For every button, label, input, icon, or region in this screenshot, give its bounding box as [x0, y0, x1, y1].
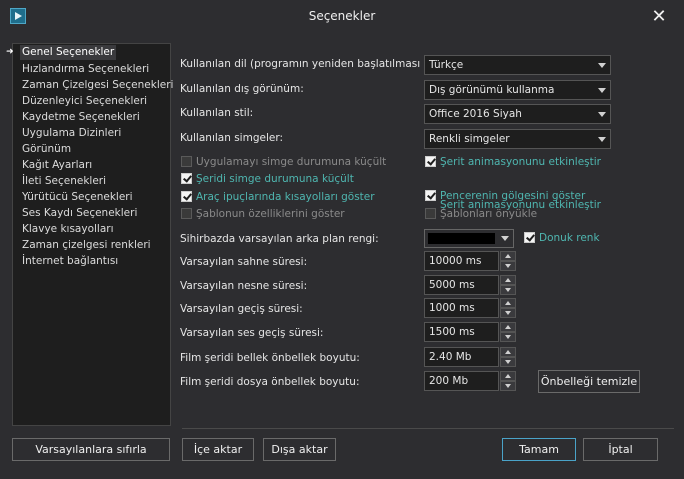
- increment-icon[interactable]: [500, 322, 516, 332]
- checkbox-label: Şeridi simge durumuna küçült: [196, 173, 354, 185]
- checkbox-box: [181, 208, 192, 219]
- film-file-cache-label: Film şeridi dosya önbellek boyutu:: [180, 376, 360, 388]
- ribbon-animation-checkbox[interactable]: Şerit animasyonunu etkinleştir: [425, 155, 601, 169]
- checkbox-label: Şablonun özelliklerini göster: [196, 208, 345, 220]
- chevron-down-icon: [598, 63, 606, 68]
- decrement-icon[interactable]: [500, 357, 516, 367]
- sidebar-item-shortcuts[interactable]: Klavye kısayolları: [22, 222, 114, 237]
- footer-divider: [182, 428, 674, 429]
- object-duration-stepper[interactable]: 5000 ms: [424, 275, 516, 295]
- increment-icon[interactable]: [500, 275, 516, 285]
- icons-label: Kullanılan simgeler:: [180, 132, 283, 144]
- object-duration-input[interactable]: 5000 ms: [424, 275, 499, 295]
- transition-duration-stepper[interactable]: 1000 ms: [424, 298, 516, 318]
- sidebar-item-timeline[interactable]: Zaman Çizelgesi Seçenekleri: [22, 78, 173, 93]
- sidebar-item-internet[interactable]: İnternet bağlantısı: [22, 254, 118, 269]
- film-memory-cache-label: Film şeridi bellek önbellek boyutu:: [180, 352, 360, 364]
- checkbox-label: Donuk renk: [539, 232, 600, 244]
- appearance-value: Dış görünümü kullanma: [429, 84, 555, 96]
- sidebar-item-messages[interactable]: İleti Seçenekleri: [22, 174, 106, 189]
- audio-transition-label: Varsayılan ses geçiş süresi:: [180, 327, 324, 339]
- scene-duration-stepper[interactable]: 10000 ms: [424, 251, 516, 271]
- template-preload-checkbox[interactable]: Şablonları önyükle: [425, 207, 537, 221]
- increment-icon[interactable]: [500, 251, 516, 261]
- minimize-ribbon-checkbox[interactable]: Şeridi simge durumuna küçült: [181, 172, 354, 186]
- icons-value: Renkli simgeler: [429, 133, 510, 145]
- film-file-cache-stepper[interactable]: 200 Mb: [424, 371, 516, 391]
- style-label: Kullanılan stil:: [180, 107, 254, 119]
- import-button[interactable]: İçe aktar: [182, 438, 254, 461]
- increment-icon[interactable]: [500, 298, 516, 308]
- sidebar-item-paper[interactable]: Kağıt Ayarları: [22, 158, 92, 173]
- cancel-button[interactable]: İptal: [583, 438, 658, 461]
- window-title: Seçenekler: [308, 9, 376, 23]
- sidebar-item-saving[interactable]: Kaydetme Seçenekleri: [22, 110, 140, 125]
- film-memory-cache-input[interactable]: 2.40 Mb: [424, 347, 499, 367]
- tooltip-shortcuts-checkbox[interactable]: Araç ipuçlarında kısayolları göster: [181, 190, 375, 204]
- reset-defaults-button[interactable]: Varsayılanlara sıfırla: [12, 438, 170, 461]
- icons-select[interactable]: Renkli simgeler: [424, 129, 611, 149]
- film-file-cache-input[interactable]: 200 Mb: [424, 371, 499, 391]
- sidebar-item-player[interactable]: Yürütücü Seçenekleri: [22, 190, 133, 205]
- appearance-select[interactable]: Dış görünümü kullanma: [424, 80, 611, 100]
- ok-button[interactable]: Tamam: [502, 438, 576, 461]
- appearance-label: Kullanılan dış görünüm:: [180, 83, 304, 95]
- scene-duration-input[interactable]: 10000 ms: [424, 251, 499, 271]
- decrement-icon[interactable]: [500, 261, 516, 271]
- chevron-down-icon: [598, 88, 606, 93]
- language-value: Türkçe: [429, 59, 464, 71]
- minimize-tray-checkbox[interactable]: Uygulamayı simge durumuna küçült: [181, 155, 386, 169]
- checkbox-box: [425, 208, 436, 219]
- sidebar-item-timeline-colors[interactable]: Zaman çizelgesi renkleri: [22, 238, 151, 253]
- scene-duration-label: Varsayılan sahne süresi:: [180, 256, 308, 268]
- checkbox-box: [425, 156, 436, 167]
- checkbox-box: [181, 156, 192, 167]
- template-properties-checkbox[interactable]: Şablonun özelliklerini göster: [181, 207, 345, 221]
- selected-arrow-icon: ➜: [6, 47, 14, 57]
- sidebar-item-editor[interactable]: Düzenleyici Seçenekleri: [22, 94, 147, 109]
- chevron-down-icon: [501, 236, 509, 241]
- sidebar-item-acceleration[interactable]: Hızlandırma Seçenekleri: [22, 62, 149, 77]
- style-value: Office 2016 Siyah: [429, 108, 522, 120]
- wizard-bg-label: Sihirbazda varsayılan arka plan rengi:: [180, 233, 379, 245]
- chevron-down-icon: [598, 137, 606, 142]
- increment-icon[interactable]: [500, 371, 516, 381]
- decrement-icon[interactable]: [500, 308, 516, 318]
- title-bar: Seçenekler ✕: [0, 0, 684, 34]
- language-select[interactable]: Türkçe: [424, 55, 611, 75]
- transition-duration-input[interactable]: 1000 ms: [424, 298, 499, 318]
- wizard-bg-color-picker[interactable]: [424, 229, 514, 248]
- sidebar-item-audio-recording[interactable]: Ses Kaydı Seçenekleri: [22, 206, 137, 221]
- audio-transition-input[interactable]: 1500 ms: [424, 322, 499, 342]
- checkbox-label: Uygulamayı simge durumuna küçült: [196, 156, 387, 168]
- style-select[interactable]: Office 2016 Siyah: [424, 104, 611, 124]
- transition-duration-label: Varsayılan geçiş süresi:: [180, 303, 303, 315]
- sidebar-item-view[interactable]: Görünüm: [22, 142, 71, 157]
- decrement-icon[interactable]: [500, 285, 516, 295]
- decrement-icon[interactable]: [500, 381, 516, 391]
- checkbox-box: [524, 232, 535, 243]
- increment-icon[interactable]: [500, 347, 516, 357]
- audio-transition-stepper[interactable]: 1500 ms: [424, 322, 516, 342]
- decrement-icon[interactable]: [500, 332, 516, 342]
- checkbox-label: Araç ipuçlarında kısayolları göster: [196, 191, 375, 203]
- sidebar-item-general[interactable]: Genel Seçenekler: [20, 45, 117, 60]
- clear-cache-button[interactable]: Önbelleği temizle: [538, 370, 640, 393]
- film-memory-cache-stepper[interactable]: 2.40 Mb: [424, 347, 516, 367]
- object-duration-label: Varsayılan nesne süresi:: [180, 280, 308, 292]
- checkbox-label: Pencerenin gölgesini göster: [440, 190, 586, 202]
- checkbox-label: Şablonları önyükle: [440, 208, 538, 220]
- checkbox-box: [425, 190, 436, 201]
- export-button[interactable]: Dışa aktar: [263, 438, 336, 461]
- frozen-color-checkbox[interactable]: Donuk renk: [524, 231, 600, 245]
- checkbox-label: Şerit animasyonunu etkinleştir: [440, 156, 601, 168]
- language-label: Kullanılan dil (programın yeniden başlat…: [180, 58, 422, 70]
- checkbox-box: [181, 173, 192, 184]
- close-icon[interactable]: ✕: [648, 6, 670, 28]
- checkbox-box: [181, 191, 192, 202]
- sidebar-item-directories[interactable]: Uygulama Dizinleri: [22, 126, 121, 141]
- chevron-down-icon: [598, 112, 606, 117]
- window-shadow-checkbox[interactable]: Pencerenin gölgesini göster: [425, 189, 585, 203]
- color-swatch: [428, 233, 495, 244]
